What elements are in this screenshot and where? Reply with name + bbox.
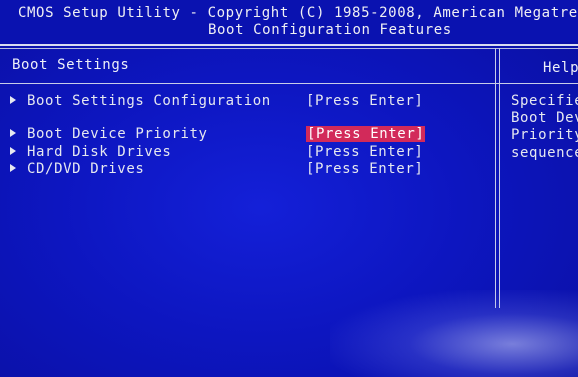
section-title: Boot Settings bbox=[12, 57, 130, 73]
menu-item-value: [Press Enter] bbox=[306, 161, 424, 177]
menu-item-value: [Press Enter] bbox=[306, 93, 424, 109]
menu-item-label: CD/DVD Drives bbox=[27, 161, 145, 177]
help-panel-divider bbox=[495, 48, 496, 308]
frame-border-under-title bbox=[0, 83, 578, 84]
menu-item-label: Hard Disk Drives bbox=[27, 144, 172, 160]
submenu-arrow-icon bbox=[10, 147, 16, 155]
menu-item-label: Boot Device Priority bbox=[27, 126, 208, 142]
submenu-arrow-icon bbox=[10, 164, 16, 172]
submenu-arrow-icon bbox=[10, 96, 16, 104]
help-text-line: Specifie bbox=[511, 93, 578, 109]
help-text-line: sequence bbox=[511, 145, 578, 161]
help-panel-divider-inner bbox=[499, 48, 500, 308]
help-text-line: Boot Dev bbox=[511, 110, 578, 126]
header-bar: CMOS Setup Utility - Copyright (C) 1985-… bbox=[0, 0, 578, 42]
utility-title: CMOS Setup Utility - Copyright (C) 1985-… bbox=[18, 5, 578, 21]
menu-item-value: [Press Enter] bbox=[306, 144, 424, 160]
menu-item-label: Boot Settings Configuration bbox=[27, 93, 271, 109]
submenu-arrow-icon bbox=[10, 129, 16, 137]
bios-screen: CMOS Setup Utility - Copyright (C) 1985-… bbox=[0, 0, 578, 377]
screen-glare bbox=[330, 290, 578, 377]
help-title: Help bbox=[543, 60, 578, 76]
frame-border-top bbox=[0, 44, 578, 46]
page-title: Boot Configuration Features bbox=[208, 22, 452, 38]
menu-item-value-selected: [Press Enter] bbox=[306, 126, 426, 142]
frame-border-top-inner bbox=[0, 48, 578, 49]
help-text-line: Priority bbox=[511, 127, 578, 143]
